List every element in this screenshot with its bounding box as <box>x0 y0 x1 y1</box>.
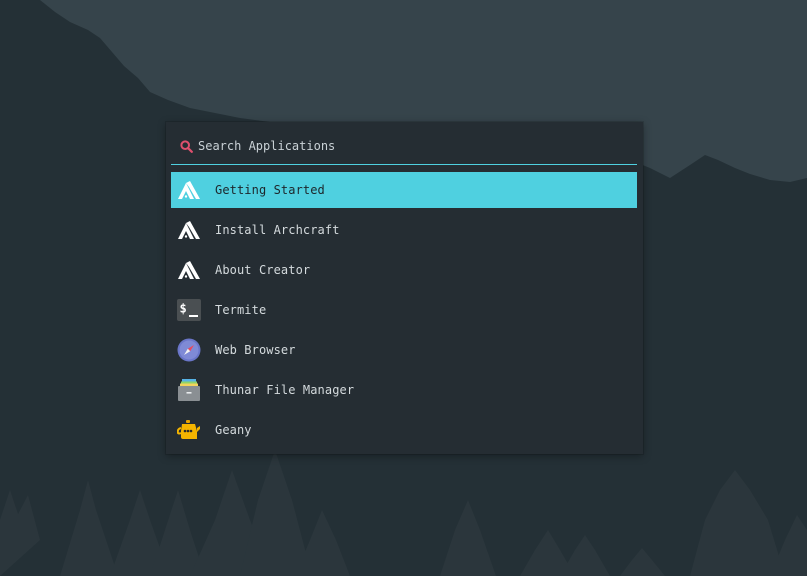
desktop: Getting Started Install Archcraft <box>0 0 807 576</box>
app-item-getting-started[interactable]: Getting Started <box>171 172 637 208</box>
teapot-icon <box>177 418 201 442</box>
app-item-label: Getting Started <box>215 183 325 197</box>
app-item-geany[interactable]: Geany <box>171 412 637 448</box>
search-input[interactable] <box>198 136 637 156</box>
app-item-label: Install Archcraft <box>215 223 340 237</box>
app-item-label: Thunar File Manager <box>215 383 355 397</box>
archcraft-icon <box>177 258 201 282</box>
app-launcher: Getting Started Install Archcraft <box>166 122 643 454</box>
app-list: Getting Started Install Archcraft About … <box>171 172 637 452</box>
archcraft-icon <box>177 178 201 202</box>
file-cabinet-icon <box>177 378 201 402</box>
compass-icon <box>177 338 201 362</box>
app-item-install-archcraft[interactable]: Install Archcraft <box>171 212 637 248</box>
terminal-icon: $ <box>177 298 201 322</box>
app-item-termite[interactable]: $ Termite <box>171 292 637 328</box>
app-item-label: Web Browser <box>215 343 296 357</box>
app-item-label: Geany <box>215 423 252 437</box>
app-item-thunar[interactable]: Thunar File Manager <box>171 372 637 408</box>
app-item-label: Termite <box>215 303 267 317</box>
svg-text:$: $ <box>180 302 187 316</box>
app-item-label: About Creator <box>215 263 311 277</box>
app-item-web-browser[interactable]: Web Browser <box>171 332 637 368</box>
search-bar[interactable] <box>171 128 637 165</box>
app-item-about-creator[interactable]: About Creator <box>171 252 637 288</box>
archcraft-icon <box>177 218 201 242</box>
search-icon <box>179 139 193 153</box>
